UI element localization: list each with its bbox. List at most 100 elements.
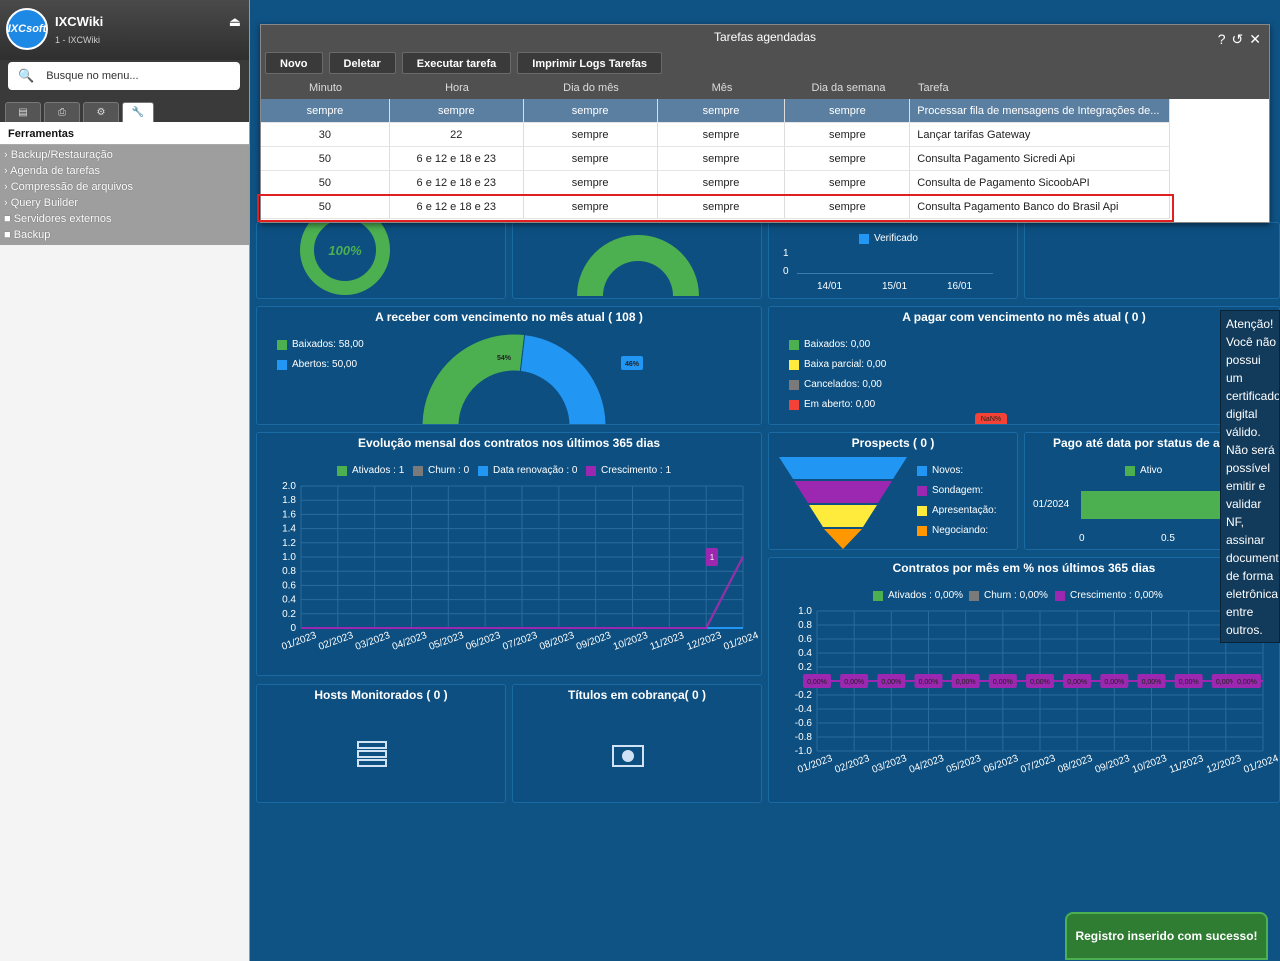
x-tick-label: 11/2023 (649, 630, 686, 653)
x-tick-label: 08/2023 (1056, 753, 1094, 776)
y-tick-label: 1.0 (798, 606, 812, 617)
x-tick-label: 09/2023 (1094, 753, 1132, 776)
y-tick: 1 (783, 248, 789, 259)
app-subtitle: 1 - IXCWiki (55, 35, 100, 45)
table-row[interactable]: 50 6 e 12 e 18 e 23 sempre sempre sempre Cons… (261, 147, 1171, 171)
card-hosts: Hosts Monitorados ( 0 ) (256, 684, 506, 803)
legend-cancelados: Cancelados: 0,00 (789, 379, 882, 390)
sidebar-item-backup-restauracao[interactable]: › Backup/Restauração (0, 147, 249, 163)
tab-list-icon[interactable]: ▤ (5, 102, 41, 122)
funnel-sondagem (794, 481, 892, 503)
col-mes[interactable]: Mês (658, 77, 786, 99)
data-label: 0,00% (1142, 679, 1162, 686)
data-label: 1 (710, 553, 715, 562)
y-tick-label: 1.0 (282, 552, 296, 563)
success-toast[interactable]: Registro inserido com sucesso! (1065, 912, 1268, 960)
tab-print-icon[interactable]: ⎙ (44, 102, 80, 122)
certificate-warning[interactable]: Atenção! Você não possui um certificado … (1220, 310, 1280, 643)
x-tick-label: 03/2023 (354, 630, 392, 653)
card-top-right (1024, 222, 1280, 299)
sidebar-header: IXCsoft IXCWiki 1 - IXCWiki ⏏ (0, 0, 249, 60)
y-tick-label: 0.4 (798, 648, 812, 659)
funnel-novos (779, 457, 907, 479)
x-tick-label: 01/2024 (722, 630, 760, 653)
deletar-button[interactable]: Deletar (328, 52, 396, 74)
history-icon[interactable]: ↺ (1232, 27, 1244, 51)
x-tick-label: 12/2023 (1205, 753, 1243, 776)
tab-gears-icon[interactable]: ⚙ (83, 102, 119, 122)
legend-swatch (789, 359, 799, 370)
donut-100: 100% (300, 205, 390, 295)
legend-swatch (789, 399, 799, 410)
imprimir-logs-button[interactable]: Imprimir Logs Tarefas (517, 52, 663, 74)
legend-sondagem: Sondagem: (917, 485, 983, 496)
table-header: Minuto Hora Dia do mês Mês Dia da semana… (261, 77, 1269, 99)
sidebar-item-compressao[interactable]: › Compressão de arquivos (0, 179, 249, 195)
col-hora[interactable]: Hora (390, 77, 524, 99)
sidebar-item-servidores-externos[interactable]: ■ Servidores externos (0, 211, 249, 227)
y-tick-label: 1.6 (282, 509, 296, 520)
data-label: 0,00% (1067, 679, 1087, 686)
y-tick-label: 1.2 (282, 538, 296, 549)
card-a-receber: A receber com vencimento no mês atual ( … (256, 306, 762, 425)
data-label: 0,00% (919, 679, 939, 686)
card-verificado: Verificado 1 0 14/01 15/01 16/01 (768, 222, 1018, 299)
modal-controls: ? ↺ ✕ (1218, 27, 1261, 51)
menu-search-input[interactable]: 🔍 Busque no menu... (8, 62, 240, 90)
gauge (577, 235, 699, 296)
table-row[interactable]: 50 6 e 12 e 18 e 23 sempre sempre sempre Cons… (261, 171, 1171, 195)
y-tick: 0 (783, 266, 789, 277)
modal-titlebar: Tarefas agendadas ? ↺ ✕ (261, 25, 1269, 49)
sidebar-item-query-builder[interactable]: › Query Builder (0, 195, 249, 211)
x-tick-label: 06/2023 (982, 753, 1020, 776)
card-top-left: 100% (256, 205, 506, 299)
tab-wrench-icon[interactable]: 🔧 (122, 102, 154, 122)
col-minuto[interactable]: Minuto (261, 77, 390, 99)
donut-pct-label: 100% (328, 243, 362, 258)
close-icon[interactable]: ✕ (1249, 27, 1261, 51)
y-tick-label: 0.4 (282, 595, 296, 606)
app-logo[interactable]: IXCsoft (6, 8, 48, 50)
axis-line (797, 273, 993, 274)
data-label: 0,00% (1030, 679, 1050, 686)
contratos-pct-chart: 1.00.80.60.40.20-0.2-0.4-0.6-0.8-1.001/2… (795, 606, 1280, 776)
sidebar-item-agenda-tarefas[interactable]: › Agenda de tarefas (0, 163, 249, 179)
funnel-negociando (824, 529, 862, 549)
legend-swatch (917, 525, 927, 536)
table-row[interactable]: 30 22 sempre sempre sempre Lançar tarifas Gat… (261, 123, 1171, 147)
search-placeholder: Busque no menu... (46, 70, 139, 82)
y-tick-label: 0.8 (798, 620, 812, 631)
executar-tarefa-button[interactable]: Executar tarefa (401, 52, 512, 74)
data-label: 0,00% (993, 679, 1013, 686)
legend-swatch (917, 485, 927, 496)
data-label: 0,00% (844, 679, 864, 686)
logout-icon[interactable]: ⏏ (229, 14, 241, 30)
pie-label: 46% (625, 361, 640, 368)
data-label: 0,00% (1179, 679, 1199, 686)
table-row[interactable]: sempre sempre sempre sempre sempre Processar … (261, 99, 1171, 123)
y-tick-label: 2.0 (282, 481, 296, 492)
search-icon: 🔍 (18, 68, 35, 83)
chevron-right-icon: › (4, 149, 11, 161)
pie-slice (519, 334, 607, 424)
col-tarefa[interactable]: Tarefa (911, 77, 1171, 99)
legend-novos: Novos: (917, 465, 963, 476)
col-dia-semana[interactable]: Dia da semana (786, 77, 911, 99)
legend-baixados: Baixados: 0,00 (789, 339, 870, 350)
y-tick-label: -0.8 (795, 732, 813, 743)
legend-verificado: Verificado (859, 233, 918, 244)
legend-swatch (789, 339, 799, 350)
col-dia-mes[interactable]: Dia do mês (524, 77, 658, 99)
novo-button[interactable]: Novo (265, 52, 323, 74)
y-tick-label: 0.6 (798, 634, 812, 645)
x-tick-label: 01/2024 (1242, 753, 1280, 776)
funnel-apresentacao (809, 505, 877, 527)
evolucao-chart: 2.0 1.8 1.6 1.4 1.2 1.0 0.8 0.6 0.4 0.2 001/2023 02… (280, 481, 760, 653)
y-tick-label: -0.6 (795, 718, 813, 729)
legend-swatch (917, 505, 927, 516)
sidebar-item-backup[interactable]: ■ Backup (0, 227, 249, 243)
y-tick-label: 0.2 (798, 662, 812, 673)
help-icon[interactable]: ? (1218, 27, 1226, 51)
legend-em-aberto: Em aberto: 0,00 (789, 399, 875, 410)
y-tick-label: -0.4 (795, 704, 813, 715)
